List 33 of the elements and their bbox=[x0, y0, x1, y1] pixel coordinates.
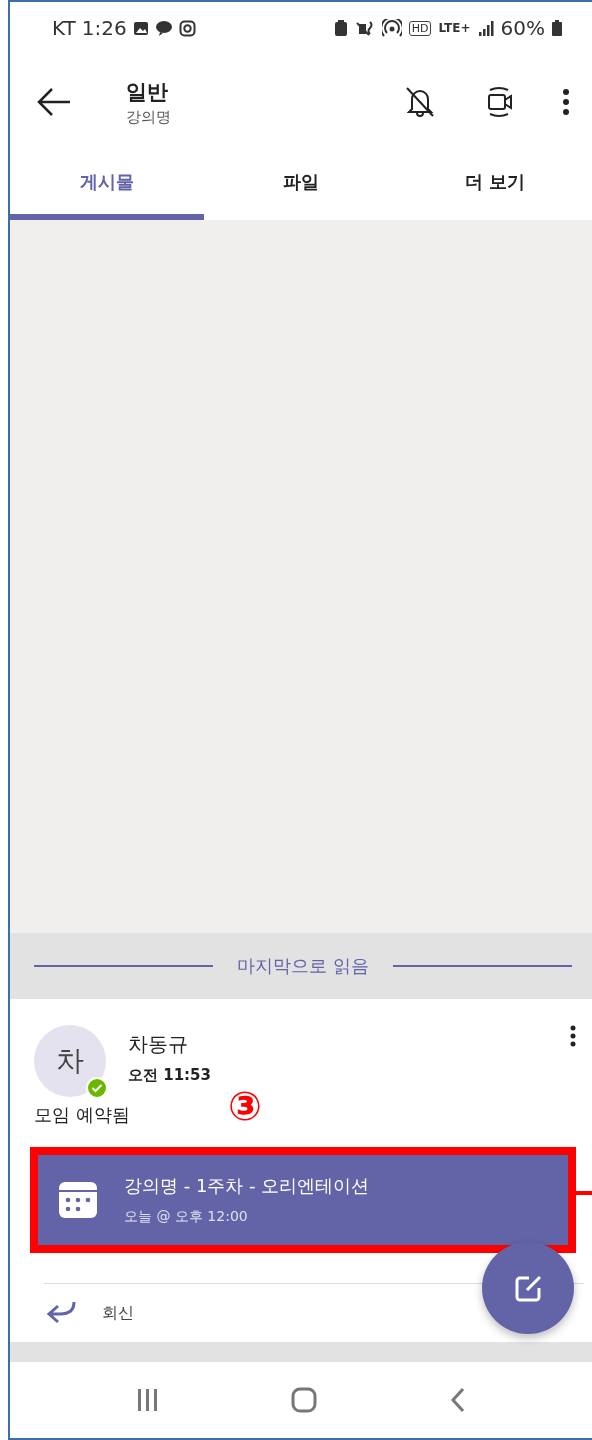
meeting-title: 강의명 - 1주차 - 오리엔테이션 bbox=[124, 1174, 370, 1198]
post-text: 모임 예약됨 bbox=[34, 1103, 130, 1127]
home-icon bbox=[290, 1387, 317, 1413]
carrier-text: KT bbox=[52, 16, 76, 40]
camera-icon bbox=[178, 19, 196, 37]
chat-icon bbox=[154, 19, 173, 37]
mute-bell-button[interactable] bbox=[404, 85, 436, 119]
reply-arrow-icon bbox=[46, 1300, 78, 1326]
more-button[interactable] bbox=[562, 88, 570, 116]
post-time: 오전 11:53 bbox=[128, 1066, 211, 1085]
hd-badge: HD bbox=[408, 20, 432, 36]
meeting-time: 오늘 @ 오후 12:00 bbox=[124, 1208, 249, 1226]
team-name: 강의명 bbox=[126, 107, 171, 127]
avatar-initial: 차 bbox=[56, 1043, 84, 1079]
back-chevron-icon bbox=[449, 1387, 466, 1413]
calendar-icon bbox=[58, 1181, 98, 1219]
signal-icon bbox=[477, 19, 494, 37]
channel-title: 일반 bbox=[126, 78, 169, 106]
reply-button[interactable]: 회신 bbox=[46, 1300, 576, 1326]
battery-icon bbox=[552, 20, 562, 36]
more-icon bbox=[562, 88, 570, 116]
hotspot-icon bbox=[381, 19, 402, 37]
meeting-card[interactable]: 강의명 - 1주차 - 오리엔테이션 오늘 @ 오후 12:00 bbox=[38, 1155, 568, 1245]
bell-off-icon bbox=[404, 85, 436, 119]
image-icon bbox=[132, 20, 149, 36]
clock-text: 1:26 bbox=[81, 16, 127, 40]
recent-apps-icon bbox=[136, 1387, 158, 1413]
battery-text: 60% bbox=[500, 16, 545, 40]
more-icon bbox=[570, 1025, 576, 1047]
last-read-label: 마지막으로 읽음 bbox=[237, 954, 369, 978]
author-name: 차동규 bbox=[128, 1031, 189, 1058]
network-text: LTE+ bbox=[438, 21, 471, 35]
step-number: ③ bbox=[228, 1083, 262, 1129]
